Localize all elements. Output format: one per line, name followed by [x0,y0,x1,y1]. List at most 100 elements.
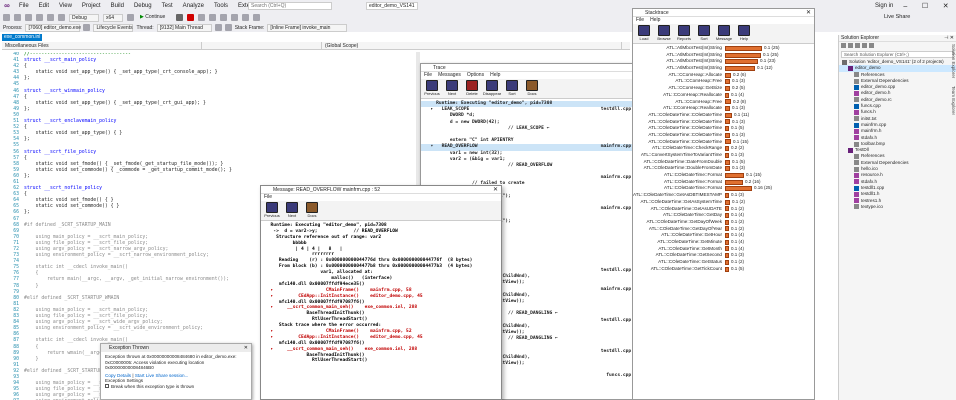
threads-icon[interactable] [253,14,260,21]
stack-row[interactable]: ATL::COleDateTime::GetHour 0.1 (4) [633,232,814,239]
stack-row[interactable]: ATL::AtlMbcsTest(Int)String 0.1 (23) [633,58,814,65]
menu-item[interactable]: Messages [438,72,461,79]
nav-scope-select[interactable] [202,42,322,49]
toolbar-button-help[interactable]: Help [735,25,753,43]
thread-select[interactable]: [9132] Main Thread [156,23,212,32]
stack-row[interactable]: ATL::COleDateTime::Format 0.1 (15) [633,172,814,179]
nav-member-select[interactable]: (Global Scope) [322,42,622,49]
minimize-icon[interactable]: – [903,3,907,10]
stack-row[interactable]: ATL::COleDateTime::GetDayOfYear 0.1 (2) [633,226,814,233]
toolbar-button-reports[interactable]: Reports [675,25,693,43]
live-share-button[interactable]: Live Share [884,14,910,20]
stack-row[interactable]: ATL::CComHeap::Reallocate 0.1 (4) [633,92,814,99]
redo-icon[interactable] [58,14,65,21]
step-out-icon[interactable] [231,14,238,21]
stack-row[interactable]: ATL::COleDateTime::GetTickCount 0.1 (5) [633,266,814,273]
toolbar-button-sort[interactable]: Sort [503,80,521,98]
close-icon[interactable]: ✕ [493,186,498,194]
collapse-icon[interactable] [862,43,867,48]
stack-row[interactable]: ATL::COleDateTime::CheckRange 0.2 (2) [633,145,814,152]
solution-item[interactable]: textype.ico [839,204,956,210]
menu-item[interactable]: File [424,72,432,79]
properties-icon[interactable] [869,43,874,48]
process-select[interactable]: [7060] editor_demo.exe [25,23,81,32]
break-checkbox-row[interactable]: Break when this exception type is thrown [105,384,247,390]
lifecycle-events-select[interactable]: Lifecycle Events [93,23,134,32]
home-icon[interactable] [841,43,846,48]
stack-frame-select[interactable]: [Inline Frame] invoke_main [267,23,348,32]
toolbar-button-disappear[interactable]: Disappear [483,80,501,98]
hex-icon[interactable] [242,14,249,21]
forward-icon[interactable] [14,14,21,21]
stack-row[interactable]: ATL::COleDateTime::COleDateTime 0.1 (3) [633,132,814,139]
menu-item[interactable]: File [14,3,34,9]
stack-row[interactable]: ATL::COleDateTime::COleDateTime 0.1 (5) [633,125,814,132]
menu-item[interactable]: Debug [129,3,157,9]
stack-row[interactable]: ATL::COleDateTime::GetSecond 0.1 (3) [633,252,814,259]
sync-icon[interactable] [848,43,853,48]
sign-in-link[interactable]: Sign in [875,3,893,9]
toolbar-button-sort[interactable]: Sort [695,25,713,43]
save-icon[interactable] [36,14,43,21]
toolbar-button-next[interactable]: Next [283,202,301,220]
live-share-link[interactable]: Start Live Share session... [135,373,189,378]
stack-row[interactable]: ATL::COleDateTime::GetStatus 0.1 (2) [633,259,814,266]
break-checkbox[interactable] [105,384,109,389]
step-into-icon[interactable] [220,14,227,21]
stack-row[interactable]: ATL::CComHeap::Allocate 0.2 (6) [633,72,814,79]
menu-item[interactable]: File [264,194,272,201]
menu-item[interactable]: Edit [34,3,54,9]
toolbar-button-previous[interactable]: Previous [263,202,281,220]
tab-exe-common[interactable]: exe_common.inl [2,34,42,41]
toolbar-button-message[interactable]: Message [715,25,733,43]
step-over-icon[interactable] [209,14,216,21]
menu-item[interactable]: Options [467,72,484,79]
stack-row[interactable]: ATL::COleDateTime::GetMinute 0.1 (4) [633,239,814,246]
flag-icon[interactable] [214,24,222,31]
menu-item[interactable]: Help [650,17,660,24]
copy-details-link[interactable]: Copy Details [105,373,131,378]
maximize-icon[interactable]: ☐ [922,2,928,10]
toolbar-button-delete[interactable]: Delete [463,80,481,98]
stack-row[interactable]: ATL::COleDateTime::Format 0.16 (25) [633,185,814,192]
menu-item[interactable]: View [54,3,77,9]
menu-item[interactable]: Help [490,72,500,79]
solution-search-input[interactable]: Search Solution Explorer (Ctrl+;) [841,51,954,58]
new-icon[interactable] [25,14,32,21]
stack-row[interactable]: ATL::AtlMbcsTest(Int)String 0.1 (25) [633,52,814,59]
back-icon[interactable] [3,14,10,21]
tab-team-explorer[interactable]: Team Explorer [946,86,956,115]
stack-row[interactable]: ATL::COleDateTime::GetAsSystemTime 0.1 (2… [633,199,814,206]
platform-select[interactable]: x64 [103,13,123,22]
filter-icon[interactable] [224,24,232,31]
toolbar-button-previous[interactable]: Previous [423,80,441,98]
stack-row[interactable]: ATL::COleDateTime::DateFromDouble 0.1 (5) [633,159,814,166]
toolbar-button-load[interactable]: Load [635,25,653,43]
stack-row[interactable]: ATL::COleDateTime::GetDayOfWeek 0.1 (2) [633,219,814,226]
stack-row[interactable]: ATL::AtlMbcsTest(Int)String 0.1 (25) [633,45,814,52]
continue-button[interactable]: ▶ Continue [138,13,172,22]
stack-row[interactable]: ATL::CComHeap::Free 0.2 (8) [633,99,814,106]
close-icon[interactable]: ✕ [943,2,949,10]
nav-project-select[interactable]: Miscellaneous Files [2,42,202,49]
close-icon[interactable]: ✕ [806,9,811,17]
stack-row[interactable]: ATL::AtlMbcsTest(Int)String 0.1 (12) [633,65,814,72]
toolbar-button-docs[interactable]: Docs [523,80,541,98]
stack-row[interactable]: ATL::COleDateTime::COleDateTime 0.1 (15) [633,139,814,146]
stack-row[interactable]: ATL::COleDateTime::GetAsUDATE 0.1 (2) [633,206,814,213]
stack-row[interactable]: ATL::COleDateTime::COleDateTime 0.1 (3) [633,119,814,126]
stack-row[interactable]: ATL::COleDateTime::GetAsDBTIMESTAMP 0.1 (… [633,192,814,199]
refresh-icon[interactable] [855,43,860,48]
stack-row[interactable]: ATL::CComHeap::Free 0.1 (3) [633,78,814,85]
solution-tree[interactable]: Solution 'editor_demo_VS141' (2 of 2 pro… [839,59,956,210]
toolbar-button-next[interactable]: Next [443,80,461,98]
close-icon[interactable]: ✕ [244,344,248,352]
pause-icon[interactable] [176,14,183,21]
menu-item[interactable]: Tools [209,3,233,9]
stop-icon[interactable] [187,14,194,21]
menu-item[interactable]: Project [77,3,106,9]
menu-item[interactable]: Analyze [178,3,209,9]
restart-icon[interactable] [198,14,205,21]
stack-row[interactable]: ATL::ConvertSystemTimeToVariantTime 0.1 (… [633,152,814,159]
stack-row[interactable]: ATL::COleDateTime::GetDay 0.1 (4) [633,212,814,219]
